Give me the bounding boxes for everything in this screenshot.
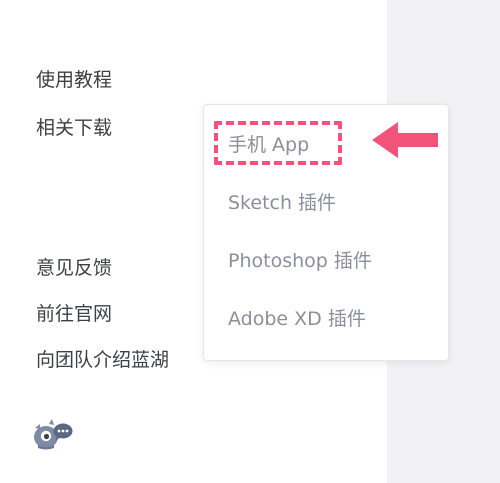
download-adobe-xd-plugin[interactable]: Adobe XD 插件 [228, 307, 366, 331]
left-arrow-icon [372, 122, 438, 158]
menu-item-recommend-lanhu[interactable]: 向团队介绍蓝湖 [36, 348, 169, 372]
menu-item-tutorial[interactable]: 使用教程 [36, 68, 112, 92]
mascot-chat-icon [34, 419, 73, 450]
menu-item-official-site[interactable]: 前往官网 [36, 302, 112, 326]
menu-item-feedback[interactable]: 意见反馈 [36, 256, 112, 280]
download-mobile-app[interactable]: 手机 App [228, 133, 309, 157]
menu-item-downloads[interactable]: 相关下载 [36, 116, 112, 140]
download-photoshop-plugin[interactable]: Photoshop 插件 [228, 249, 372, 273]
download-sketch-plugin[interactable]: Sketch 插件 [228, 191, 336, 215]
